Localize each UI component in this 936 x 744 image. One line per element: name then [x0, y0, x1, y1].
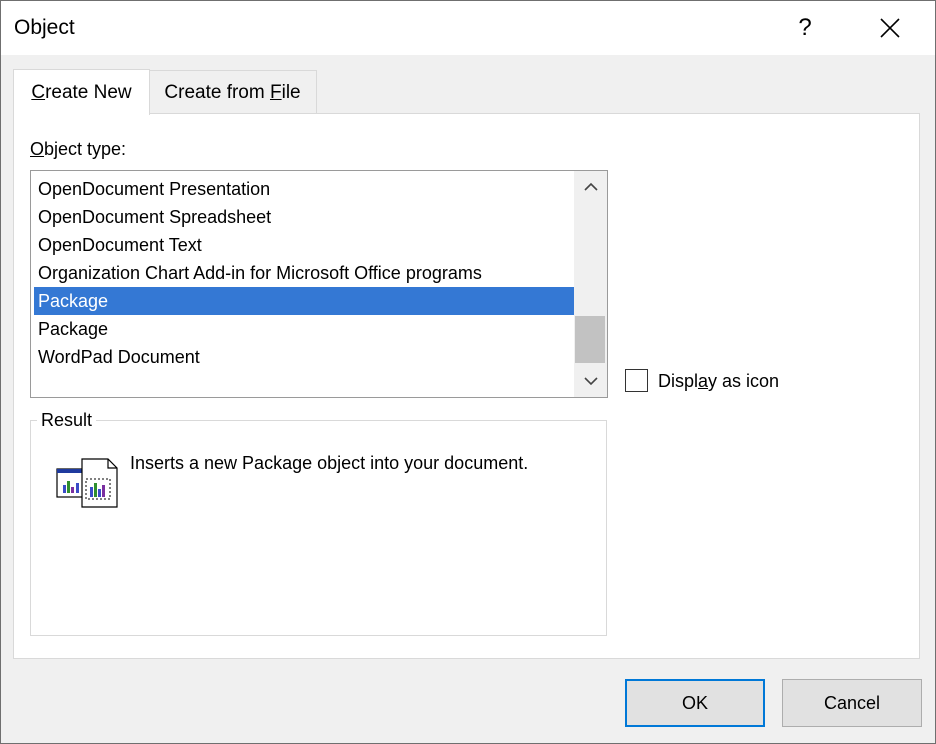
scroll-thumb[interactable] — [575, 316, 605, 363]
ok-button[interactable]: OK — [625, 679, 765, 727]
display-as-icon-checkbox[interactable] — [625, 369, 648, 392]
listbox-scrollbar[interactable] — [574, 171, 607, 397]
package-object-icon — [56, 458, 118, 508]
title-bar: Object ? — [1, 1, 935, 55]
chevron-up-icon — [583, 182, 598, 191]
scroll-up-button[interactable] — [574, 173, 607, 201]
list-item[interactable]: OpenDocument Presentation — [34, 175, 574, 203]
tab-create-from-file[interactable]: Create from File — [149, 70, 317, 114]
help-button[interactable]: ? — [783, 9, 827, 47]
list-item-selected[interactable]: Package — [34, 287, 574, 315]
tab-create-from-file-label: Create from File — [164, 81, 301, 103]
close-button[interactable] — [867, 9, 913, 47]
object-type-listbox[interactable]: OpenDocument Presentation OpenDocument S… — [30, 170, 608, 398]
tab-create-new-label: Create New — [31, 81, 132, 103]
cancel-button[interactable]: Cancel — [782, 679, 922, 727]
dialog-title: Object — [14, 16, 75, 39]
result-description: Inserts a new Package object into your d… — [130, 453, 529, 473]
list-item[interactable]: Package — [34, 315, 574, 343]
close-icon — [880, 18, 900, 38]
result-legend: Result — [37, 410, 97, 431]
list-item[interactable]: OpenDocument Text — [34, 231, 574, 259]
list-item[interactable]: Organization Chart Add-in for Microsoft … — [34, 259, 574, 287]
display-as-icon-label[interactable]: Display as icon — [658, 371, 779, 392]
tab-create-new[interactable]: Create New — [13, 69, 150, 115]
scroll-down-button[interactable] — [574, 367, 607, 395]
help-icon: ? — [798, 14, 812, 41]
list-item[interactable]: WordPad Document — [34, 343, 574, 371]
object-dialog: Object ? Create New Create from File Obj… — [0, 0, 936, 744]
chevron-down-icon — [583, 377, 598, 386]
list-item[interactable]: OpenDocument Spreadsheet — [34, 203, 574, 231]
object-type-label: Object type: — [30, 139, 127, 159]
